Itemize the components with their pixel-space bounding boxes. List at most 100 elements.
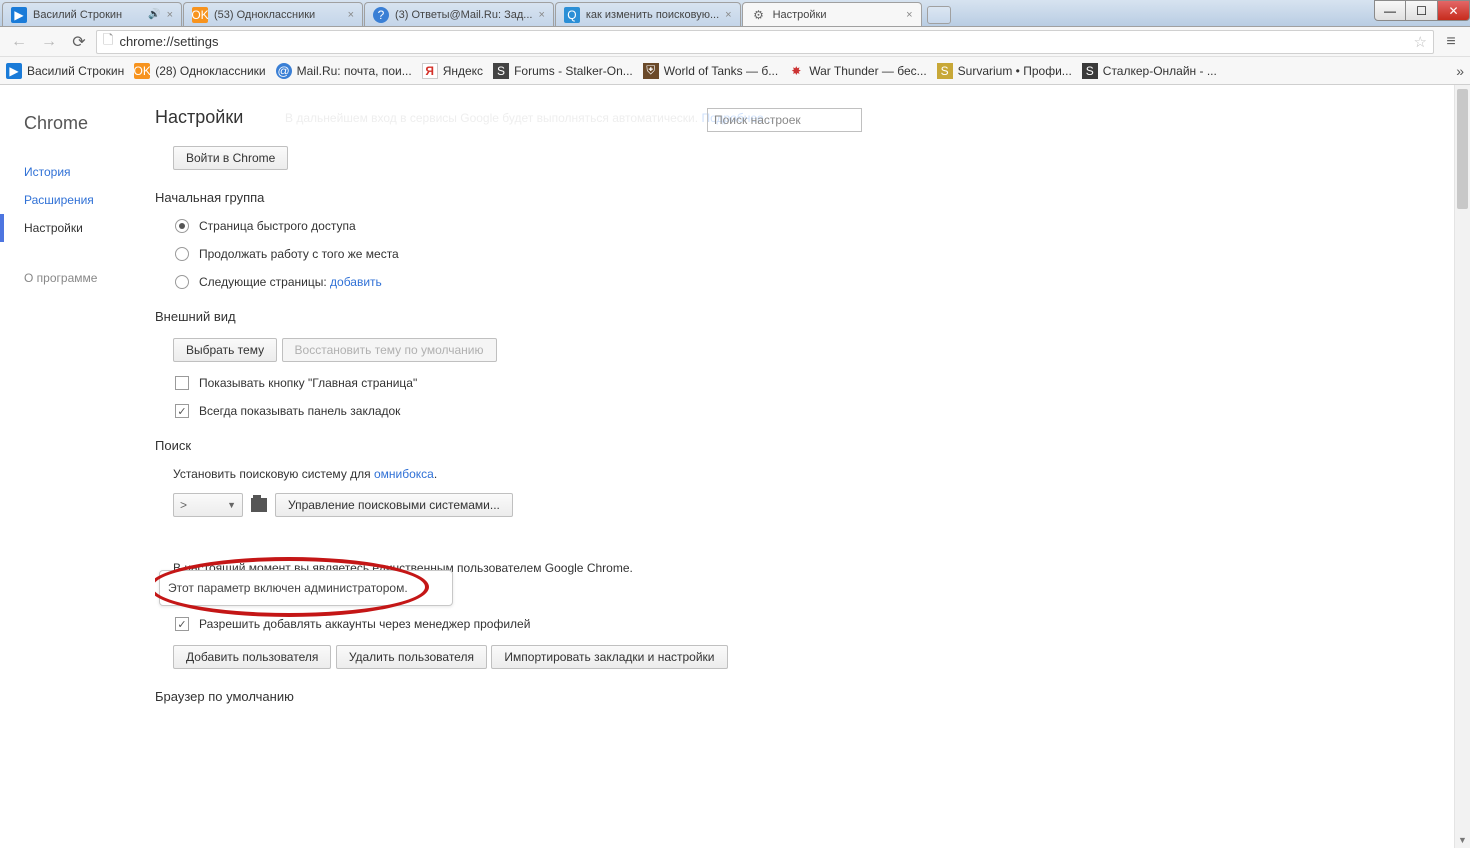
tab-title: (3) Ответы@Mail.Ru: Зад...	[395, 9, 532, 21]
favicon: Q	[564, 7, 580, 23]
browser-tab[interactable]: ? (3) Ответы@Mail.Ru: Зад... ×	[364, 2, 554, 26]
bookmark-label: Яндекс	[443, 64, 483, 78]
tab-close-icon[interactable]: ×	[348, 9, 354, 21]
toolbar: ← → ⟳ 🗋 chrome://settings ☆ ≡	[0, 27, 1470, 57]
window-minimize-button[interactable]: —	[1374, 0, 1406, 21]
favicon: ▶	[6, 63, 22, 79]
tooltip-text: Этот параметр включен администратором.	[168, 581, 408, 595]
browser-tab-active[interactable]: ⚙ Настройки ×	[742, 2, 922, 26]
radio-icon	[175, 247, 189, 261]
search-desc-pre: Установить поисковую систему для	[173, 467, 374, 481]
checkbox-show-bookmarks[interactable]: ✓ Всегда показывать панель закладок	[173, 404, 1335, 418]
tab-title: как изменить поисковую...	[586, 9, 719, 21]
tab-close-icon[interactable]: ×	[538, 9, 544, 21]
bookmark-label: Василий Строкин	[27, 64, 124, 78]
policy-tooltip: Этот параметр включен администратором.	[159, 570, 453, 606]
bookmarks-overflow-button[interactable]: »	[1456, 63, 1464, 79]
add-pages-link[interactable]: добавить	[330, 275, 382, 289]
favicon: ✸	[788, 63, 804, 79]
audio-icon[interactable]: 🔊	[148, 9, 160, 20]
bookmark-item[interactable]: SForums - Stalker-On...	[493, 63, 633, 79]
bookmark-item[interactable]: @ Mail.Ru: почта, пои...	[276, 63, 412, 79]
new-tab-button[interactable]	[927, 6, 951, 24]
browser-tab[interactable]: Q как изменить поисковую... ×	[555, 2, 741, 26]
checkbox-label: Показывать кнопку "Главная страница"	[199, 376, 417, 390]
settings-content: Chrome История Расширения Настройки О пр…	[0, 85, 1470, 848]
tab-title: (53) Одноклассники	[214, 9, 342, 21]
bookmark-label: Mail.Ru: почта, пои...	[297, 64, 412, 78]
tab-title: Настройки	[773, 9, 901, 21]
radio-startup-continue[interactable]: Продолжать работу с того же места	[173, 247, 1335, 261]
choose-theme-button[interactable]: Выбрать тему	[173, 338, 277, 362]
favicon: @	[276, 63, 292, 79]
url-text: chrome://settings	[119, 34, 218, 49]
page-icon: 🗋	[103, 31, 113, 53]
gear-icon: ⚙	[751, 7, 767, 23]
window-controls: — ☐ ✕	[1374, 0, 1470, 21]
checkbox-icon: ✓	[175, 404, 189, 418]
bookmark-star-icon[interactable]: ☆	[1414, 33, 1427, 51]
radio-label: Страница быстрого доступа	[199, 219, 356, 233]
bookmark-item[interactable]: S Survarium • Профи...	[937, 63, 1072, 79]
tab-strip: ▶ Василий Строкин 🔊 × OK (53) Одноклассн…	[0, 0, 1470, 27]
section-title-appearance: Внешний вид	[155, 309, 1335, 324]
import-bookmarks-button[interactable]: Импортировать закладки и настройки	[491, 645, 727, 669]
reset-theme-button: Восстановить тему по умолчанию	[282, 338, 497, 362]
bookmark-item[interactable]: ⛨ World of Tanks — б...	[643, 63, 778, 79]
checkbox-label: Всегда показывать панель закладок	[199, 404, 400, 418]
search-engine-select[interactable]: > ▼	[173, 493, 243, 517]
back-button[interactable]: ←	[6, 29, 32, 55]
manage-search-engines-button[interactable]: Управление поисковыми системами...	[275, 493, 513, 517]
window-close-button[interactable]: ✕	[1438, 0, 1470, 21]
bookmark-item[interactable]: ✸ War Thunder — бес...	[788, 63, 926, 79]
favicon: OK	[192, 7, 208, 23]
bookmarks-bar: ▶ Василий Строкин OK(28) Одноклассники @ M…	[0, 57, 1470, 85]
scroll-down-button[interactable]: ▼	[1455, 832, 1470, 848]
sidebar-item-extensions[interactable]: Расширения	[0, 186, 155, 214]
sidebar-title: Chrome	[0, 113, 155, 134]
tab-close-icon[interactable]: ×	[725, 9, 731, 21]
chevron-down-icon: ▼	[227, 500, 236, 510]
sidebar-item-about[interactable]: О программе	[0, 264, 155, 292]
favicon: S	[493, 63, 509, 79]
checkbox-add-accounts[interactable]: ✓ Разрешить добавлять аккаунты через мен…	[173, 617, 1335, 631]
bookmark-item[interactable]: ▶ Василий Строкин	[6, 63, 124, 79]
checkbox-show-home[interactable]: Показывать кнопку "Главная страница"	[173, 376, 1335, 390]
favicon: ⛨	[643, 63, 659, 79]
bookmark-label: Сталкер-Онлайн - ...	[1103, 64, 1217, 78]
vertical-scrollbar[interactable]: ▲ ▼	[1454, 85, 1470, 848]
bookmark-label: Survarium • Профи...	[958, 64, 1072, 78]
select-value: >	[180, 498, 187, 512]
tab-close-icon[interactable]: ×	[167, 9, 173, 21]
search-desc-post: .	[434, 467, 437, 481]
scroll-thumb[interactable]	[1457, 89, 1468, 209]
window-maximize-button[interactable]: ☐	[1406, 0, 1438, 21]
browser-tab[interactable]: ▶ Василий Строкин 🔊 ×	[2, 2, 182, 26]
policy-icon	[251, 498, 267, 512]
forward-button[interactable]: →	[36, 29, 62, 55]
radio-startup-pages[interactable]: Следующие страницы: добавить	[173, 275, 1335, 289]
signin-chrome-button[interactable]: Войти в Chrome	[173, 146, 288, 170]
favicon: Я	[422, 63, 438, 79]
bookmark-label: War Thunder — бес...	[809, 64, 926, 78]
reload-button[interactable]: ⟳	[66, 29, 92, 55]
browser-tab[interactable]: OK (53) Одноклассники ×	[183, 2, 363, 26]
search-settings-input[interactable]: Поиск настроек	[707, 108, 862, 132]
page-title: Настройки	[155, 107, 243, 128]
bookmark-item[interactable]: OK(28) Одноклассники	[134, 63, 265, 79]
bookmark-label: World of Tanks — б...	[664, 64, 778, 78]
section-title-default-browser: Браузер по умолчанию	[155, 689, 1335, 704]
omnibox[interactable]: 🗋 chrome://settings ☆	[96, 30, 1434, 54]
menu-button[interactable]: ≡	[1438, 29, 1464, 55]
radio-icon	[175, 275, 189, 289]
delete-user-button[interactable]: Удалить пользователя	[336, 645, 487, 669]
radio-startup-newtab[interactable]: Страница быстрого доступа	[173, 219, 1335, 233]
omnibox-link[interactable]: омнибокса	[374, 467, 434, 481]
bookmark-item[interactable]: Я Яндекс	[422, 63, 483, 79]
bookmark-item[interactable]: SСталкер-Онлайн - ...	[1082, 63, 1217, 79]
add-user-button[interactable]: Добавить пользователя	[173, 645, 331, 669]
favicon: S	[937, 63, 953, 79]
sidebar-item-history[interactable]: История	[0, 158, 155, 186]
sidebar-item-settings[interactable]: Настройки	[0, 214, 155, 242]
tab-close-icon[interactable]: ×	[906, 9, 912, 21]
